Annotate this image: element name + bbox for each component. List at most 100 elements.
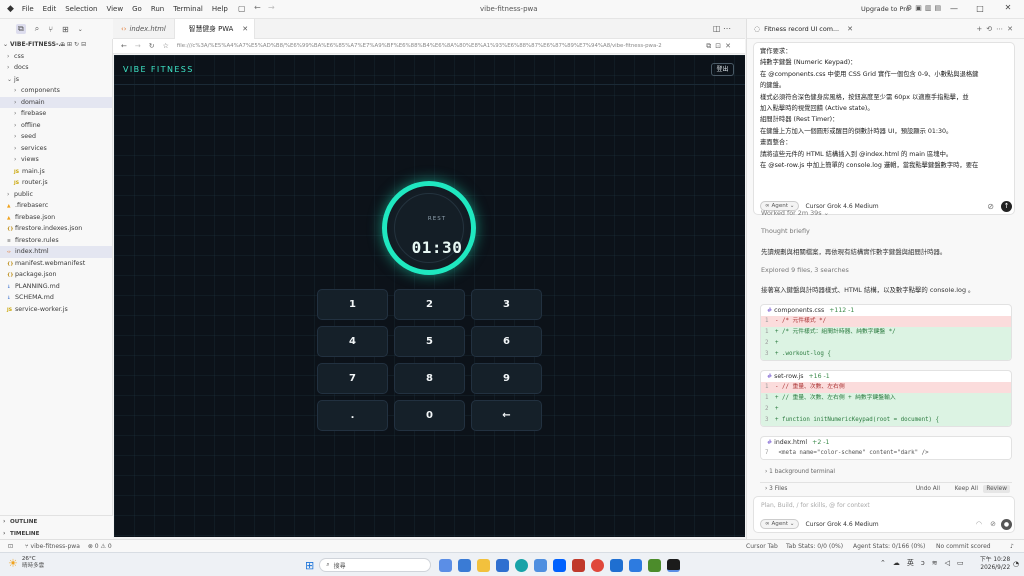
user-prompt-box[interactable]: 實作要求： 純數字鍵盤 (Numeric Keypad)： 在 @component… <box>753 42 1015 215</box>
url-field[interactable]: file:///c%3A/%E5%A4%A7%E5%AD%B8/%E6%99%B… <box>177 43 677 49</box>
cursor-tab-status[interactable]: Cursor Tab <box>746 543 778 550</box>
mic-icon[interactable]: ● <box>1001 518 1012 530</box>
file-item[interactable]: JS main.js <box>0 166 112 178</box>
outline-section[interactable]: › OUTLINE <box>0 516 113 528</box>
cursor-app-icon[interactable] <box>667 558 681 572</box>
forward-arrow-icon[interactable]: → <box>268 3 275 12</box>
folder-item[interactable]: › views <box>0 154 112 166</box>
language-indicator[interactable]: 英 <box>907 558 914 568</box>
menu-selection[interactable]: Selection <box>65 5 97 13</box>
folder-item[interactable]: › components <box>0 85 112 97</box>
timeline-section[interactable]: › TIMELINE <box>0 528 113 540</box>
diff-header[interactable]: # index.html +2 -1 <box>761 437 1011 448</box>
digit-key-7[interactable]: 7 <box>317 363 388 394</box>
background-terminal[interactable]: › 1 background terminal <box>765 469 835 475</box>
taskbar-search[interactable]: ⌕ 搜尋 <box>319 558 432 572</box>
tab-preview[interactable]: 智慧健身 PWA ✕ <box>174 18 256 39</box>
file-item[interactable]: {}manifest.webmanifest <box>0 258 112 270</box>
edge-icon[interactable] <box>515 558 529 572</box>
menu-go[interactable]: Go <box>132 5 142 13</box>
file-item[interactable]: ≡ firestore.rules <box>0 235 112 247</box>
file-item[interactable]: ↓ PLANNING.md <box>0 281 112 293</box>
agent-mode-chip[interactable]: ∞ Agent ⌄ <box>760 519 800 529</box>
model-selector[interactable]: Cursor Grok 4.6 Medium <box>805 521 878 528</box>
layout-icons[interactable]: ⚙▣▥▤ <box>906 4 944 12</box>
diff-header[interactable]: # set-row.js +16 -1 <box>761 371 1011 382</box>
close-icon[interactable]: ✕ <box>242 19 248 39</box>
chevron-down-icon[interactable]: ⌄ <box>78 26 83 33</box>
file-item[interactable]: ▲ firebase.json <box>0 212 112 224</box>
back-icon[interactable]: ← <box>121 42 127 50</box>
vscode-icon[interactable] <box>629 558 643 572</box>
file-item[interactable]: ‹› index.html <box>0 246 112 258</box>
dropbox-icon[interactable] <box>553 558 567 572</box>
weather-widget[interactable]: ☀ 26°C 晴時多雲 <box>8 556 44 570</box>
digit-key-9[interactable]: 9 <box>471 363 542 394</box>
diff-header[interactable]: # components.css +112 -1 <box>761 305 1011 316</box>
star-icon[interactable]: ☆ <box>163 42 169 50</box>
explorer-root[interactable]: ⌄ VIBE-FITNESS-... ⊕⊞↻⊟ <box>0 39 112 51</box>
file-item[interactable]: ↓ SCHEMA.md <box>0 292 112 304</box>
menu-run[interactable]: Run <box>151 5 164 13</box>
agent-stats[interactable]: Agent Stats: 0/166 (0%) <box>853 543 925 550</box>
folder-item[interactable]: › firebase <box>0 108 112 120</box>
digit-key-3[interactable]: 3 <box>471 289 542 320</box>
digit-key-4[interactable]: 4 <box>317 326 388 357</box>
decimal-key[interactable]: . <box>317 400 388 431</box>
tray-cloud-icon[interactable]: ☁ <box>893 559 900 567</box>
volume-icon[interactable]: ◁ <box>945 559 950 567</box>
review-button[interactable]: Review <box>983 485 1010 493</box>
tab-index-html[interactable]: ‹› index.html <box>113 18 175 39</box>
file-explorer-icon[interactable] <box>477 558 491 572</box>
chat-input-box[interactable]: Plan, Build, / for skills, @ for context… <box>753 496 1015 533</box>
folder-item[interactable]: ⌄ js <box>0 74 112 86</box>
folder-item[interactable]: › offline <box>0 120 112 132</box>
photos-icon[interactable] <box>534 558 548 572</box>
folder-item[interactable]: › public <box>0 189 112 201</box>
ime-icon[interactable]: ↄ <box>921 559 925 567</box>
split-editor-icon[interactable]: ◫ ⋯ <box>713 24 731 33</box>
digit-key-1[interactable]: 1 <box>317 289 388 320</box>
menu-terminal[interactable]: Terminal <box>173 5 203 13</box>
extensions-icon[interactable]: ⊞ <box>62 25 69 34</box>
widgets-icon[interactable] <box>439 558 453 572</box>
battery-icon[interactable]: ▭ <box>957 559 964 567</box>
chat-tab-title[interactable]: Fitness record UI com... <box>764 25 839 33</box>
diff-card[interactable]: # index.html +2 -1 7 <meta name="color-sch… <box>760 436 1012 460</box>
tab-stats[interactable]: Tab Stats: 0/0 (0%) <box>786 543 843 550</box>
tray-chevron-icon[interactable]: ⌃ <box>880 559 886 567</box>
menu-help[interactable]: Help <box>212 5 228 13</box>
upgrade-link[interactable]: Upgrade to Pro <box>861 5 910 13</box>
app-blue-icon[interactable] <box>610 558 624 572</box>
file-item[interactable]: {}package.json <box>0 269 112 281</box>
digit-key-6[interactable]: 6 <box>471 326 542 357</box>
files-changed[interactable]: › 3 Files <box>765 486 787 492</box>
maximize-button[interactable]: □ <box>966 4 994 13</box>
mail-icon[interactable] <box>496 558 510 572</box>
back-arrow-icon[interactable]: ← <box>254 3 261 12</box>
undo-all-button[interactable]: Undo All <box>916 486 940 492</box>
start-icon[interactable]: ⊞ <box>305 559 314 572</box>
keep-all-button[interactable]: Keep All <box>955 486 978 492</box>
commit-status[interactable]: No commit scored <box>936 543 991 550</box>
diff-card[interactable]: # set-row.js +16 -1 1- // 重量、次數、左右側 1 + // 重… <box>760 370 1012 427</box>
chrome-icon[interactable] <box>591 558 605 572</box>
folder-item[interactable]: › seed <box>0 131 112 143</box>
digit-key-0[interactable]: 0 <box>394 400 465 431</box>
remote-icon[interactable]: ⊡ <box>8 543 13 550</box>
bell-icon[interactable]: ♪ <box>1010 543 1014 550</box>
digit-key-2[interactable]: 2 <box>394 289 465 320</box>
folder-item[interactable]: › services <box>0 143 112 155</box>
reload-icon[interactable]: ↻ <box>149 42 155 50</box>
file-item[interactable]: {}firestore.indexes.json <box>0 223 112 235</box>
app-red-icon[interactable] <box>572 558 586 572</box>
store-icon[interactable] <box>458 558 472 572</box>
diff-card[interactable]: # components.css +112 -1 1- /* 元件樣式 */1 + /… <box>760 304 1012 361</box>
menu-view[interactable]: View <box>106 5 123 13</box>
files-icon[interactable]: ⧉ <box>16 24 26 34</box>
file-item[interactable]: ▲ .firebaserc <box>0 200 112 212</box>
attach-icon[interactable]: ⊘ <box>990 520 996 528</box>
problems-count[interactable]: ⊗ 0 ⚠ 0 <box>88 543 112 550</box>
file-item[interactable]: JS service-worker.js <box>0 304 112 316</box>
chat-actions-icons[interactable]: +⟲⋯✕ <box>976 25 1017 33</box>
